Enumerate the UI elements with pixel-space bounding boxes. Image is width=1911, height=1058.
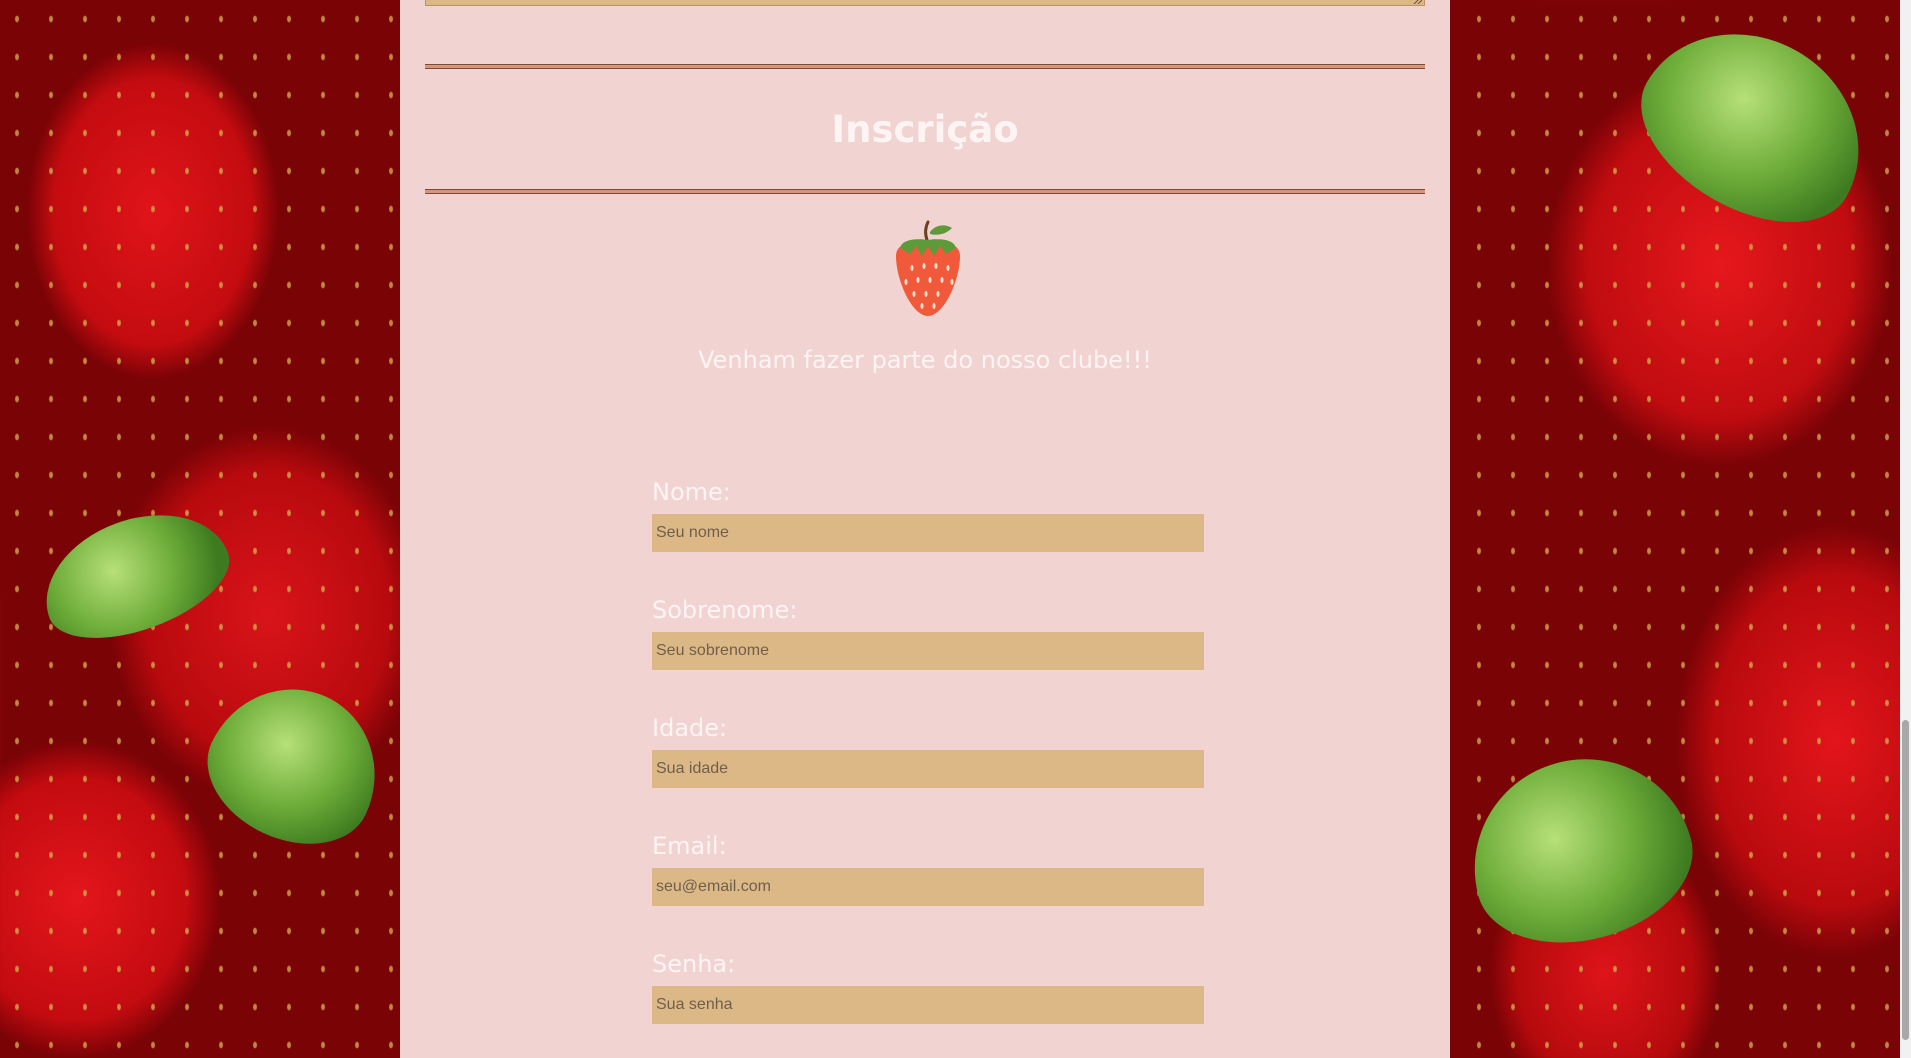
first-name-input[interactable] xyxy=(652,514,1204,552)
password-label: Senha: xyxy=(652,950,736,978)
strawberry-leaf-decoration xyxy=(1450,734,1710,966)
password-input[interactable] xyxy=(652,986,1204,1024)
content-panel: Inscrição Venham fazer parte do nosso cl… xyxy=(400,0,1450,1058)
email-label: Email: xyxy=(652,832,727,860)
last-name-input[interactable] xyxy=(652,632,1204,670)
strawberry-leaf-decoration xyxy=(26,490,244,660)
age-label: Idade: xyxy=(652,714,728,742)
strawberry-leaf-decoration xyxy=(186,661,404,869)
signup-form: Nome: Sobrenome: Idade: Email: Senha: xyxy=(652,476,1204,1058)
page-title: Inscrição xyxy=(831,108,1019,151)
scrollbar-thumb[interactable] xyxy=(1902,720,1909,1040)
last-name-label: Sobrenome: xyxy=(652,596,798,624)
divider-bottom xyxy=(425,189,1425,194)
tagline: Venham fazer parte do nosso clube!!! xyxy=(698,346,1152,374)
divider-top xyxy=(425,64,1425,69)
resize-grip-icon[interactable] xyxy=(1413,0,1422,4)
email-input[interactable] xyxy=(652,868,1204,906)
page-scrollbar[interactable] xyxy=(1900,0,1911,1058)
previous-textarea[interactable] xyxy=(425,0,1425,6)
strawberry-icon xyxy=(896,220,960,316)
age-input[interactable] xyxy=(652,750,1204,788)
first-name-label: Nome: xyxy=(652,478,731,506)
strawberry-leaf-decoration xyxy=(1612,0,1898,257)
